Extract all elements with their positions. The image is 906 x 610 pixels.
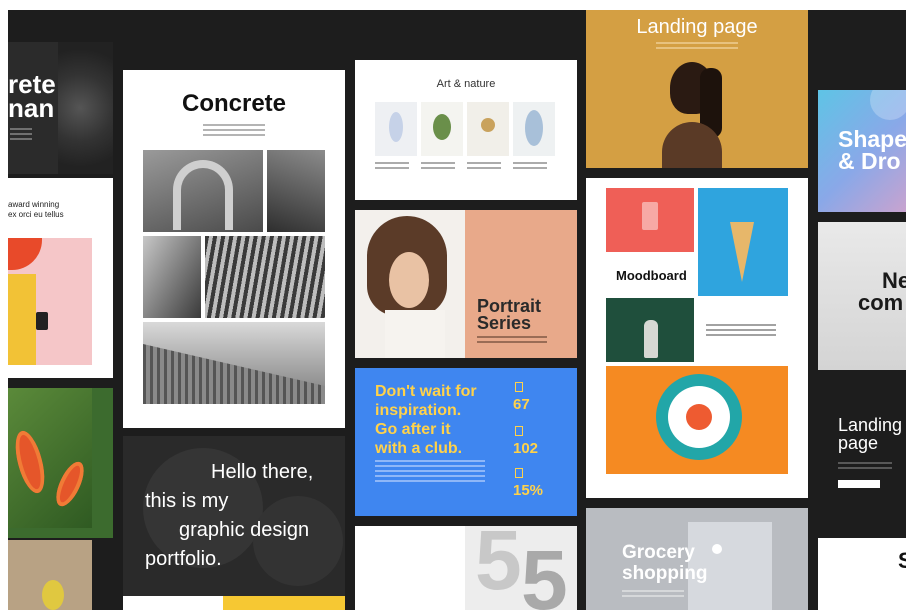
s-card[interactable]: S (818, 538, 906, 610)
blob-shape (870, 90, 906, 120)
concrete-photo-curve (267, 150, 325, 232)
yellow-strip-card[interactable] (123, 596, 345, 610)
award-card[interactable]: award winning ex orci eu tellus (8, 178, 113, 378)
moodboard-title: Moodboard (616, 268, 687, 283)
dark-leaf-photo (58, 42, 113, 174)
concrete-subtitle-lines (203, 124, 265, 139)
cup-photo (606, 188, 694, 252)
landing-page-title: Landing page (636, 16, 758, 38)
s-letter: S (898, 548, 906, 573)
pear-card[interactable] (8, 540, 92, 610)
club-body-lines (375, 460, 485, 485)
concrete-man-title: rete nan (8, 69, 56, 123)
shapes-card[interactable]: Shape & Dro (818, 90, 906, 212)
portrait-card[interactable]: Portrait Series (355, 210, 577, 358)
flower-photo-3 (467, 102, 509, 156)
club-headline: Don't wait for inspiration. Go after it … (375, 383, 477, 457)
hello-card[interactable]: Hello there, this is my graphic design p… (123, 436, 345, 596)
concrete-photo-stair (143, 236, 201, 318)
hello-text: Hello there, this is my graphic design p… (145, 461, 314, 570)
new-comp-title: Ne com (858, 268, 906, 315)
club-stat: 15% (513, 482, 544, 499)
club-card[interactable]: Don't wait for inspiration. Go after it … (355, 368, 577, 516)
award-text: award winning ex orci eu tellus (8, 200, 64, 219)
portfolio-collage: rete nan award winning ex orci eu tellus… (8, 10, 906, 610)
vase-photo (606, 298, 694, 362)
five-photo: 5 5 (465, 526, 577, 610)
concrete-man-card[interactable]: rete nan (8, 42, 113, 174)
landing-dark-title: Landing page (838, 415, 903, 453)
moodboard-card[interactable]: Moodboard (586, 178, 808, 498)
grocery-ball (712, 544, 722, 554)
concrete-card[interactable]: Concrete (123, 70, 345, 428)
ice-cream-photo (698, 188, 788, 296)
orange-plate-photo (606, 366, 788, 474)
stat-icon (515, 468, 523, 478)
stat-icon (515, 382, 523, 392)
portrait-title: Portrait Series (477, 296, 542, 333)
concrete-photo-columns (143, 322, 325, 404)
pear-photo (42, 580, 64, 610)
landing-dark-card[interactable]: Landing page (818, 380, 906, 528)
grocery-title: Grocery shopping (622, 542, 708, 584)
concrete-title: Concrete (181, 90, 287, 117)
five-glyph-shadow: 5 (521, 533, 568, 610)
woman-profile-photo (662, 62, 732, 168)
papaya-card[interactable] (8, 388, 113, 538)
flower-photo-4 (513, 102, 555, 156)
art-nature-title: Art & nature (436, 78, 496, 90)
concrete-photo-waves (205, 236, 325, 318)
new-comp-card[interactable]: Ne com (818, 222, 906, 370)
five-card[interactable]: 5 5 (355, 526, 577, 610)
concrete-photo-chair (143, 150, 263, 232)
portrait-photo (355, 210, 465, 358)
flower-photo-1 (375, 102, 417, 156)
five-glyph: 5 (475, 526, 522, 607)
grocery-card[interactable]: Grocery shopping (586, 508, 808, 610)
club-stat: 67 (513, 396, 530, 413)
shapes-title: Shape & Dro (838, 126, 906, 174)
stat-icon (515, 426, 523, 436)
flower-photo-2 (421, 102, 463, 156)
landing-dark-button[interactable] (838, 480, 880, 488)
art-nature-card[interactable]: Art & nature (355, 60, 577, 200)
landing-page-card[interactable]: Landing page (586, 10, 808, 168)
club-stat: 102 (513, 440, 539, 457)
concrete-man-body (10, 128, 32, 143)
pink-portrait-photo (8, 238, 92, 365)
